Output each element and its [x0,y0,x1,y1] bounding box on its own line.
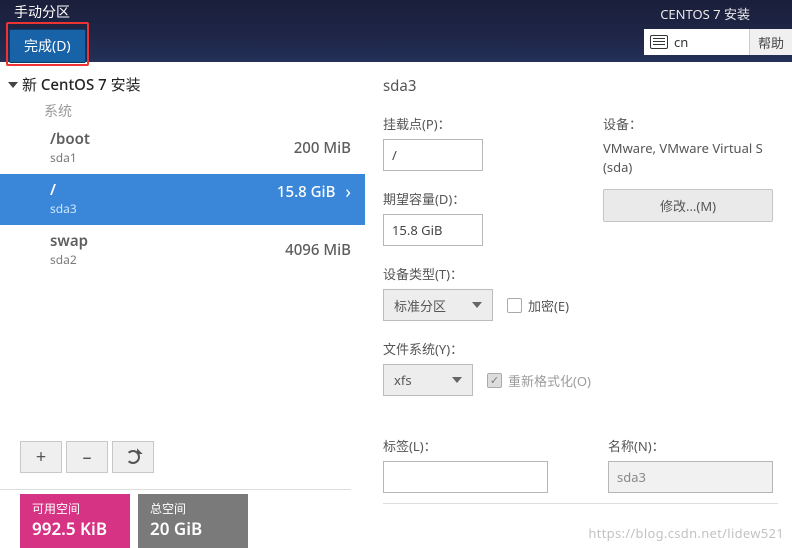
total-space-box: 总空间 20 GiB [138,494,248,548]
tree-root[interactable]: 新 CentOS 7 安装 [0,74,365,95]
left-pane: 新 CentOS 7 安装 系统 /boot sda1 200 MiB / sd… [0,62,365,548]
device-type-label: 设备类型(T)： [383,264,792,283]
device-heading: 设备： [603,114,773,133]
name-col: 名称(N)： [608,436,773,493]
top-right: CENTOS 7 安装 cn 帮助 [644,0,792,62]
top-bar: 手动分区 完成(D) CENTOS 7 安装 cn 帮助 [0,0,792,62]
device-type-select[interactable]: 标准分区 [383,289,493,321]
system-label: 系统 [0,95,365,123]
capacity-input[interactable] [383,214,483,246]
partition-row-boot[interactable]: /boot sda1 200 MiB [0,123,365,174]
remove-button[interactable]: – [66,441,108,473]
mount-label: / [50,180,77,200]
keyboard-icon [650,35,668,49]
tag-label: 标签(L)： [383,436,548,455]
partition-row-swap[interactable]: swap sda2 4096 MiB [0,225,365,276]
device-label: sda1 [50,149,90,166]
device-name: VMware, VMware Virtual S (sda) [603,139,773,177]
reformat-checkbox[interactable] [487,373,502,388]
total-space-label: 总空间 [150,500,236,517]
lang-row: cn 帮助 [644,29,792,55]
detail-title: sda3 [383,76,792,96]
mount-label: swap [50,231,88,251]
chevron-down-icon [472,302,482,308]
watermark: https://blog.csdn.net/lidew521 [588,524,784,542]
spacer [0,276,365,435]
divider [383,503,778,504]
page-title: 手动分区 [10,0,89,22]
help-button[interactable]: 帮助 [749,29,792,55]
tree-root-label: 新 CentOS 7 安装 [22,74,141,95]
modify-button[interactable]: 修改...(M) [603,189,773,222]
size-label: 200 MiB [294,138,351,158]
total-space-value: 20 GiB [150,517,236,540]
top-left: 手动分区 完成(D) [10,0,89,62]
reformat-label: 重新格式化(O) [508,371,591,390]
main-area: 新 CentOS 7 安装 系统 /boot sda1 200 MiB / sd… [0,62,792,548]
mount-point-label: 挂载点(P)： [383,114,483,133]
done-button[interactable]: 完成(D) [9,29,86,63]
tag-input[interactable] [383,461,548,493]
device-label: sda2 [50,251,88,268]
filesystem-select[interactable]: xfs [383,364,473,396]
mount-label: /boot [50,129,90,149]
mount-col: 挂载点(P)： 期望容量(D)： [383,114,483,246]
highlight-frame: 完成(D) [6,22,89,66]
chevron-down-icon [452,377,462,383]
install-title: CENTOS 7 安装 [660,4,792,23]
free-space-value: 992.5 KiB [32,517,118,540]
size-label: 4096 MiB [285,240,351,260]
size-label: 15.8 GiB [277,182,336,202]
capacity-label: 期望容量(D)： [383,189,483,208]
mount-point-input[interactable] [383,139,483,171]
device-label: sda3 [50,200,77,217]
filesystem-value: xfs [394,371,412,389]
button-row: + – [0,435,365,479]
filesystem-label: 文件系统(Y)： [383,339,792,358]
device-type-value: 标准分区 [394,296,446,315]
name-label: 名称(N)： [608,436,773,455]
free-space-box: 可用空间 992.5 KiB [20,494,130,548]
right-pane: sda3 挂载点(P)： 期望容量(D)： 设备： VMware, VMware… [365,62,792,548]
lang-code: cn [674,33,688,51]
add-button[interactable]: + [20,441,62,473]
partition-row-root[interactable]: / sda3 15.8 GiB › [0,174,365,225]
encrypt-checkbox[interactable] [507,298,522,313]
reload-icon [126,450,140,464]
name-input [608,461,773,493]
tag-col: 标签(L)： [383,436,548,493]
partition-tree: 新 CentOS 7 安装 系统 /boot sda1 200 MiB / sd… [0,62,365,276]
disclosure-triangle-icon [8,82,18,88]
reload-button[interactable] [112,441,154,473]
free-space-label: 可用空间 [32,500,118,517]
chevron-right-icon: › [345,180,351,204]
space-summary: 可用空间 992.5 KiB 总空间 20 GiB [0,490,365,548]
device-col: 设备： VMware, VMware Virtual S (sda) 修改...… [603,114,773,246]
encrypt-label: 加密(E) [528,296,569,315]
keyboard-layout-button[interactable]: cn [644,29,749,55]
